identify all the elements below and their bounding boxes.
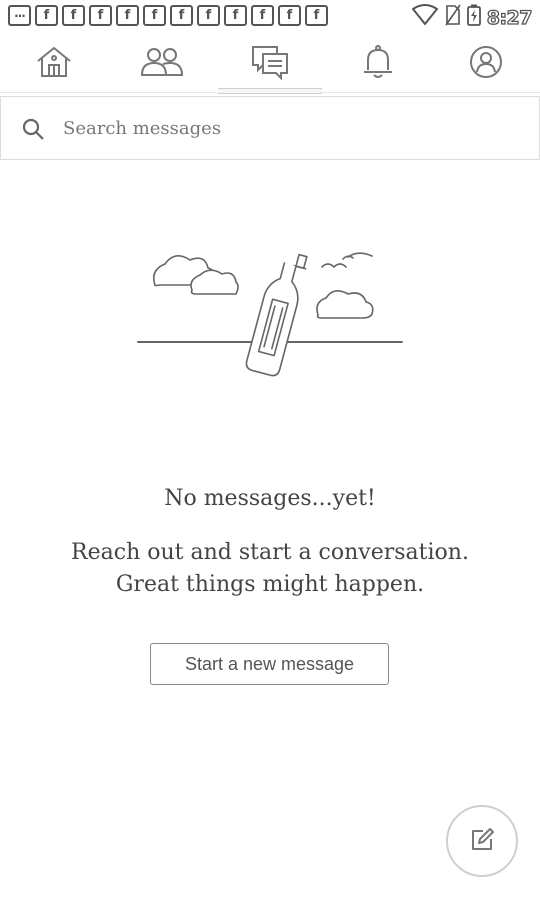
facebook-notification-icon: f [89, 5, 112, 26]
facebook-notification-icon: f [305, 5, 328, 26]
search-input[interactable] [63, 111, 503, 145]
facebook-notification-icon: f [278, 5, 301, 26]
system-status: 8:27 [411, 4, 533, 31]
empty-state-title: No messages...yet! [164, 486, 376, 511]
compose-icon [469, 827, 495, 856]
tab-profile[interactable] [432, 32, 540, 92]
compose-message-button[interactable] [446, 805, 518, 877]
profile-icon [468, 44, 504, 80]
tab-home[interactable] [0, 32, 108, 92]
clock: 8:27 [486, 6, 533, 29]
bell-icon [360, 44, 396, 80]
status-bar: ··· f f f f f f f f f f f 8:27 [0, 0, 540, 32]
empty-state-line: Great things might happen. [115, 572, 425, 597]
top-navigation [0, 32, 540, 94]
more-notifications-icon: ··· [8, 5, 31, 26]
facebook-notification-icon: f [143, 5, 166, 26]
wifi-icon [411, 4, 439, 31]
battery-charging-icon [466, 4, 481, 31]
empty-state-line: Reach out and start a conversation. [71, 540, 469, 565]
facebook-notification-icon: f [251, 5, 274, 26]
tab-messages[interactable] [216, 32, 324, 94]
active-tab-indicator [218, 88, 322, 94]
tab-notifications[interactable] [324, 32, 432, 92]
search-bar [0, 96, 540, 160]
start-new-message-button[interactable]: Start a new message [150, 643, 389, 685]
facebook-notification-icon: f [116, 5, 139, 26]
people-icon [139, 45, 185, 79]
messages-icon [250, 44, 290, 80]
message-in-bottle-illustration [130, 240, 410, 395]
facebook-notification-icon: f [170, 5, 193, 26]
tab-people[interactable] [108, 32, 216, 92]
facebook-notification-icon: f [62, 5, 85, 26]
empty-state-message: Reach out and start a conversation. Grea… [0, 537, 540, 601]
notification-icons: ··· f f f f f f f f f f f [8, 5, 328, 26]
facebook-notification-icon: f [35, 5, 58, 26]
facebook-notification-icon: f [224, 5, 247, 26]
facebook-notification-icon: f [197, 5, 220, 26]
home-icon [35, 45, 73, 79]
no-sim-icon [445, 4, 461, 31]
search-icon [21, 117, 45, 146]
